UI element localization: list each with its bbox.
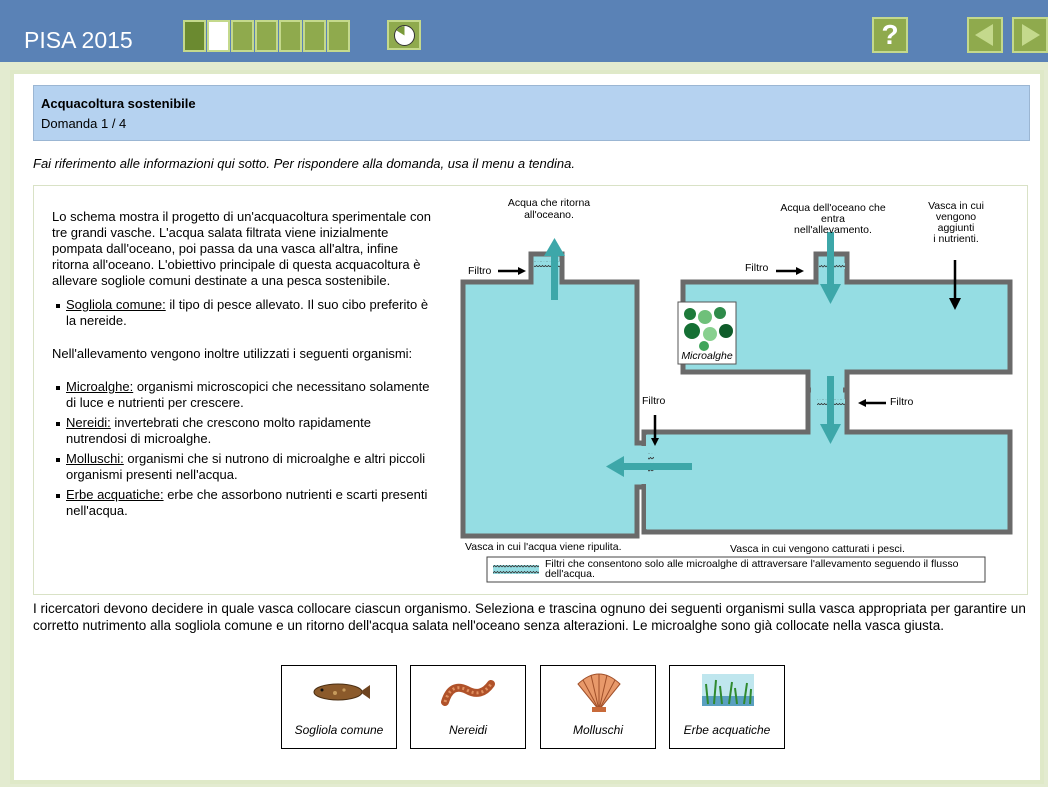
progress-step bbox=[327, 20, 350, 52]
microalgae-card[interactable]: Microalghe bbox=[677, 301, 737, 365]
list-item: Sogliola comune: il tipo di pesce alleva… bbox=[52, 297, 434, 329]
card-nereidi[interactable]: Nereidi bbox=[410, 665, 526, 749]
term-label: Nereidi: bbox=[66, 415, 111, 430]
return-label-line2: all'oceano. bbox=[524, 209, 574, 221]
card-label: Sogliola comune bbox=[294, 723, 384, 737]
timer-button[interactable] bbox=[387, 20, 421, 50]
card-sogliola[interactable]: Sogliola comune bbox=[281, 665, 397, 749]
legend: Filtri che consentono solo alle microalg… bbox=[486, 556, 986, 583]
seagrass-icon bbox=[702, 674, 754, 706]
filter-label: Filtro bbox=[745, 262, 768, 274]
term-description: invertebrati che crescono molto rapidame… bbox=[66, 415, 371, 446]
list-item: Nereidi: invertebrati che crescono molto… bbox=[52, 415, 434, 447]
legend-text-line1: Filtri che consentono solo alle microalg… bbox=[545, 558, 959, 570]
nutrient-label-line4: i nutrienti. bbox=[933, 233, 979, 245]
card-label: Erbe acquatiche bbox=[683, 723, 771, 737]
term-label: Sogliola comune: bbox=[66, 297, 166, 312]
app-title: PISA 2015 bbox=[24, 27, 133, 53]
legend-filter-swatch bbox=[493, 565, 539, 574]
term-label: Microalghe: bbox=[66, 379, 134, 394]
question-number: Domanda 1 / 4 bbox=[41, 116, 127, 131]
help-button[interactable]: ? bbox=[872, 17, 908, 53]
progress-indicator bbox=[183, 20, 351, 52]
term-label: Erbe acquatiche: bbox=[66, 487, 164, 502]
top-bar: PISA 2015 ? bbox=[0, 0, 1048, 62]
list-item: Microalghe: organismi microscopici che n… bbox=[52, 379, 434, 411]
organisms-intro: Nell'allevamento vengono inoltre utilizz… bbox=[52, 346, 413, 361]
term-label: Molluschi: bbox=[66, 451, 124, 466]
progress-step bbox=[279, 20, 302, 52]
clock-icon bbox=[394, 25, 415, 46]
return-label-line1: Acqua che ritorna bbox=[508, 197, 590, 209]
arrow-left-icon bbox=[975, 24, 993, 46]
card-label: Nereidi bbox=[448, 723, 487, 737]
intro-paragraph: Lo schema mostra il progetto di un'acqua… bbox=[52, 209, 431, 288]
card-label: Molluschi bbox=[572, 723, 623, 737]
arrow-right-icon bbox=[1022, 24, 1040, 46]
progress-step bbox=[255, 20, 278, 52]
card-erbe-acquatiche[interactable]: Erbe acquatiche bbox=[669, 665, 785, 749]
intake-label-line3: nell'allevamento. bbox=[794, 224, 872, 236]
instruction-text: Fai riferimento alle informazioni qui so… bbox=[33, 156, 575, 171]
previous-button[interactable] bbox=[967, 17, 1003, 53]
question-title: Acquacoltura sostenibile bbox=[41, 96, 196, 111]
progress-step bbox=[303, 20, 326, 52]
progress-step bbox=[231, 20, 254, 52]
stimulus-text: Lo schema mostra il progetto di un'acqua… bbox=[52, 209, 434, 519]
filter-label: Filtro bbox=[468, 265, 491, 277]
organisms-list: Microalghe: organismi microscopici che n… bbox=[52, 379, 434, 519]
question-prompt: I ricercatori devono decidere in quale v… bbox=[33, 601, 1026, 633]
filter-label: Filtro bbox=[642, 395, 665, 407]
fish-tank-label: Vasca in cui vengono catturati i pesci. bbox=[730, 543, 905, 555]
progress-step bbox=[183, 20, 206, 52]
legend-text-line2: dell'acqua. bbox=[545, 568, 595, 580]
filter-label: Filtro bbox=[890, 396, 913, 408]
progress-step-current bbox=[207, 20, 230, 52]
clean-tank-label: Vasca in cui l'acqua viene ripulita. bbox=[465, 541, 621, 553]
species-list: Sogliola comune: il tipo di pesce alleva… bbox=[52, 297, 434, 329]
next-button[interactable] bbox=[1012, 17, 1048, 53]
question-header: Acquacoltura sostenibile Domanda 1 / 4 bbox=[33, 85, 1030, 141]
nereid-worm-icon bbox=[441, 680, 495, 706]
card-molluschi[interactable]: Molluschi bbox=[540, 665, 656, 749]
sole-fish-icon bbox=[313, 683, 370, 701]
microalgae-label: Microalghe bbox=[681, 350, 733, 362]
list-item: Molluschi: organismi che si nutrono di m… bbox=[52, 451, 434, 483]
question-mark-icon: ? bbox=[881, 19, 899, 50]
aquaculture-diagram: Microalghe Acqua che ritorna all'oceano.… bbox=[460, 197, 1013, 583]
list-item: Erbe acquatiche: erbe che assorbono nutr… bbox=[52, 487, 434, 519]
scallop-shell-icon bbox=[577, 673, 621, 712]
